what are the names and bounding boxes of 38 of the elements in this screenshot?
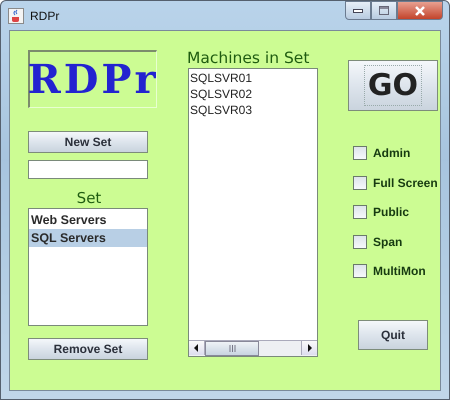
checkbox-label: Admin <box>373 146 410 160</box>
window-title: RDPr <box>30 8 60 22</box>
checkbox[interactable] <box>353 205 367 219</box>
minimize-button[interactable] <box>345 1 371 20</box>
close-icon <box>414 6 426 16</box>
remove-set-button[interactable]: Remove Set <box>28 338 148 360</box>
new-set-button[interactable]: New Set <box>28 131 148 153</box>
set-list[interactable]: Web Servers SQL Servers <box>28 208 148 326</box>
scrollbar-thumb[interactable] <box>205 341 259 356</box>
checkbox[interactable] <box>353 176 367 190</box>
maximize-icon <box>379 6 389 15</box>
machines-label: Machines in Set <box>187 49 310 67</box>
machines-list[interactable]: SQLSVR01 SQLSVR02 SQLSVR03 <box>188 68 318 357</box>
close-button[interactable] <box>397 1 443 20</box>
machine-list-item[interactable]: SQLSVR01 <box>189 70 317 86</box>
maximize-button[interactable] <box>371 1 397 20</box>
scroll-right-icon[interactable] <box>301 341 317 355</box>
set-name-field[interactable] <box>28 160 148 179</box>
minimize-icon <box>353 8 363 12</box>
checkbox[interactable] <box>353 264 367 278</box>
checkbox-label: Public <box>373 205 410 219</box>
checkbox[interactable] <box>353 234 367 248</box>
quit-button[interactable]: Quit <box>358 320 428 350</box>
machine-list-item[interactable]: SQLSVR02 <box>189 86 317 102</box>
checkbox-label: Full Screen <box>373 176 438 190</box>
set-label: Set <box>76 189 102 207</box>
coffee-cup-icon <box>8 8 24 24</box>
logo: RDPr <box>28 50 157 108</box>
checkbox-label: MultiMon <box>373 264 426 278</box>
horizontal-scrollbar[interactable] <box>189 340 317 356</box>
set-list-item[interactable]: SQL Servers <box>29 229 147 247</box>
checkbox-label: Span <box>373 234 402 248</box>
scroll-left-icon[interactable] <box>189 341 205 355</box>
grip-icon <box>228 345 236 352</box>
machine-list-item[interactable]: SQLSVR03 <box>189 102 317 118</box>
checkbox[interactable] <box>353 146 367 160</box>
go-button[interactable]: GO <box>348 60 438 111</box>
set-list-item[interactable]: Web Servers <box>29 211 147 229</box>
